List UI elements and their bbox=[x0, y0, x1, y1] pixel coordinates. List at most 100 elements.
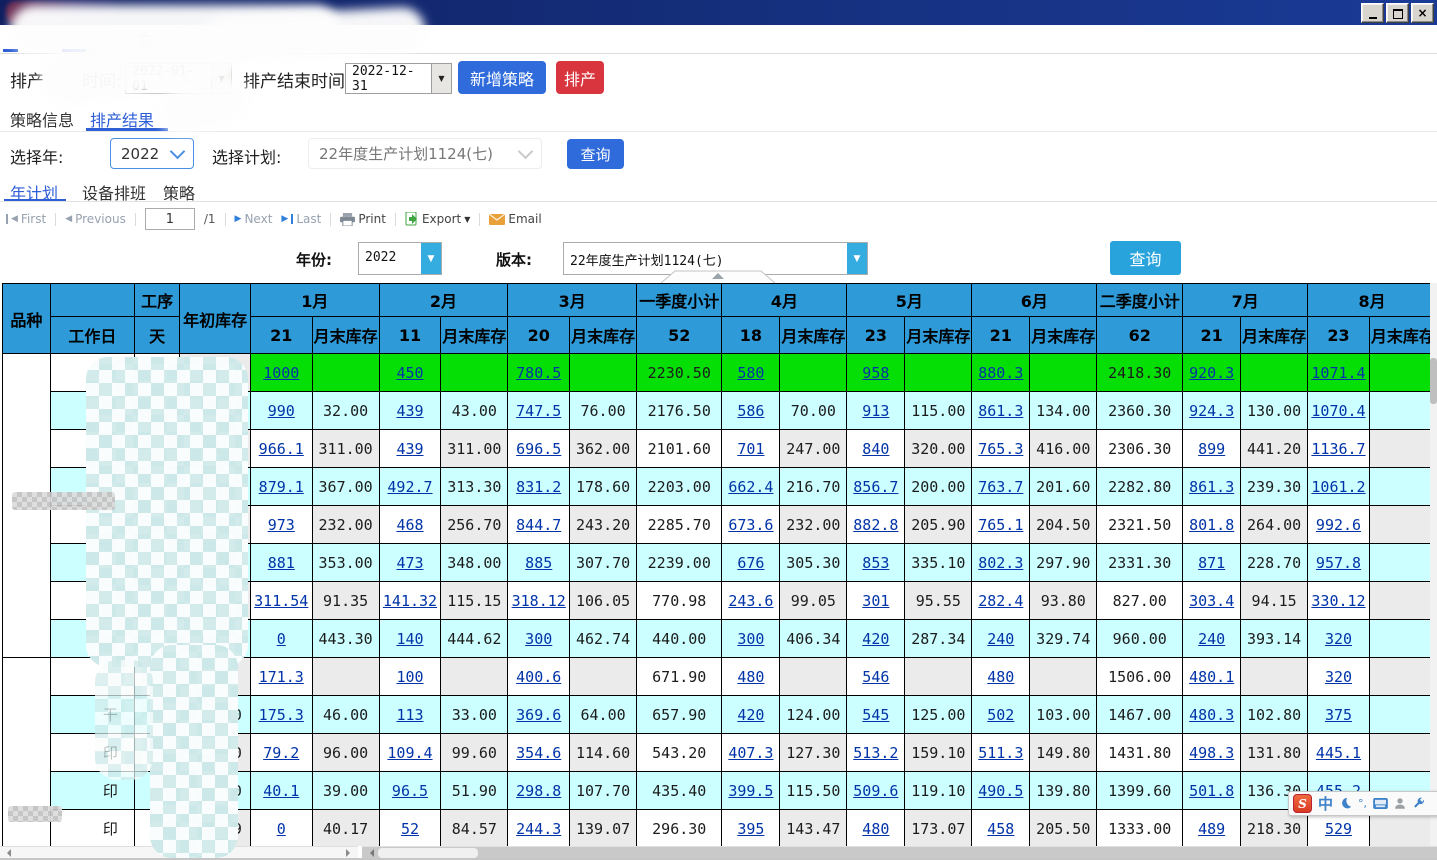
print-button[interactable]: Print bbox=[340, 212, 386, 226]
month-value-link[interactable]: 458 bbox=[972, 810, 1030, 847]
version-query-button[interactable]: 查询 bbox=[1110, 241, 1181, 275]
month-value-link[interactable]: 501.8 bbox=[1183, 772, 1241, 810]
month-value-link[interactable]: 489 bbox=[1183, 810, 1241, 847]
month-value-link[interactable]: 473 bbox=[379, 544, 441, 582]
end-date-dropdown-button[interactable]: ▼ bbox=[431, 64, 451, 93]
month-value-link[interactable]: 545 bbox=[847, 696, 905, 734]
last-page-button[interactable]: ▶Last bbox=[281, 212, 321, 226]
month-value-link[interactable]: 320 bbox=[1308, 620, 1370, 658]
scroll-right-icon[interactable] bbox=[346, 849, 354, 857]
month-value-link[interactable]: 662.4 bbox=[722, 468, 780, 506]
scroll-left-icon[interactable] bbox=[3, 849, 11, 857]
month-value-link[interactable]: 546 bbox=[847, 658, 905, 696]
month-value-link[interactable]: 673.6 bbox=[722, 506, 780, 544]
month-value-link[interactable]: 1061.2 bbox=[1308, 468, 1370, 506]
account-icon[interactable] bbox=[1394, 797, 1406, 810]
month-value-link[interactable]: 369.6 bbox=[508, 696, 570, 734]
month-value-link[interactable]: 303.4 bbox=[1183, 582, 1241, 620]
month-value-link[interactable]: 871 bbox=[1183, 544, 1241, 582]
month-value-link[interactable]: 282.4 bbox=[972, 582, 1030, 620]
month-value-link[interactable]: 920.3 bbox=[1183, 354, 1241, 392]
query-button[interactable]: 查询 bbox=[567, 139, 624, 169]
month-value-link[interactable]: 244.3 bbox=[508, 810, 570, 847]
month-value-link[interactable]: 580 bbox=[722, 354, 780, 392]
month-value-link[interactable]: 853 bbox=[847, 544, 905, 582]
month-value-link[interactable]: 141.32 bbox=[379, 582, 441, 620]
month-value-link[interactable]: 498.3 bbox=[1183, 734, 1241, 772]
month-value-link[interactable]: 311.54 bbox=[250, 582, 312, 620]
month-value-link[interactable]: 840 bbox=[847, 430, 905, 468]
month-value-link[interactable]: 513.2 bbox=[847, 734, 905, 772]
restore-button[interactable] bbox=[1386, 3, 1409, 23]
tab-strategy-info[interactable]: 策略信息 bbox=[10, 107, 74, 131]
month-value-link[interactable]: 747.5 bbox=[508, 392, 570, 430]
month-value-link[interactable]: 480 bbox=[972, 658, 1030, 696]
month-value-link[interactable]: 490.5 bbox=[972, 772, 1030, 810]
month-value-link[interactable]: 880.3 bbox=[972, 354, 1030, 392]
month-value-link[interactable]: 502 bbox=[972, 696, 1030, 734]
month-value-link[interactable]: 676 bbox=[722, 544, 780, 582]
month-value-link[interactable]: 882.8 bbox=[847, 506, 905, 544]
previous-page-button[interactable]: ◀Previous bbox=[65, 212, 126, 226]
month-value-link[interactable]: 109.4 bbox=[379, 734, 441, 772]
month-value-link[interactable]: 992.6 bbox=[1308, 506, 1370, 544]
month-value-link[interactable]: 400.6 bbox=[508, 658, 570, 696]
scroll-left-icon[interactable] bbox=[366, 849, 374, 857]
punctuation-icon[interactable]: °, bbox=[1358, 797, 1367, 810]
year-combo[interactable]: 2022 ▼ bbox=[358, 242, 442, 275]
minimize-button[interactable] bbox=[1361, 3, 1384, 23]
month-value-link[interactable]: 958 bbox=[847, 354, 905, 392]
month-value-link[interactable]: 701 bbox=[722, 430, 780, 468]
month-value-link[interactable]: 899 bbox=[1183, 430, 1241, 468]
month-value-link[interactable]: 113 bbox=[379, 696, 441, 734]
month-value-link[interactable]: 696.5 bbox=[508, 430, 570, 468]
month-value-link[interactable]: 318.12 bbox=[508, 582, 570, 620]
month-value-link[interactable]: 140 bbox=[379, 620, 441, 658]
month-value-link[interactable]: 780.5 bbox=[508, 354, 570, 392]
horizontal-scrollbar-thumb[interactable] bbox=[378, 848, 478, 858]
month-value-link[interactable]: 879.1 bbox=[250, 468, 312, 506]
month-value-link[interactable]: 175.3 bbox=[250, 696, 312, 734]
month-value-link[interactable]: 913 bbox=[847, 392, 905, 430]
month-value-link[interactable]: 445.1 bbox=[1308, 734, 1370, 772]
first-page-button[interactable]: ◀First bbox=[6, 212, 46, 226]
month-value-link[interactable]: 354.6 bbox=[508, 734, 570, 772]
month-value-link[interactable]: 831.2 bbox=[508, 468, 570, 506]
month-value-link[interactable]: 480 bbox=[722, 658, 780, 696]
month-value-link[interactable]: 298.8 bbox=[508, 772, 570, 810]
month-value-link[interactable]: 395 bbox=[722, 810, 780, 847]
month-value-link[interactable]: 990 bbox=[250, 392, 312, 430]
month-value-link[interactable]: 399.5 bbox=[722, 772, 780, 810]
month-value-link[interactable]: 0 bbox=[250, 810, 312, 847]
month-value-link[interactable]: 511.3 bbox=[972, 734, 1030, 772]
month-value-link[interactable]: 492.7 bbox=[379, 468, 441, 506]
email-button[interactable]: Email bbox=[489, 212, 541, 226]
month-value-link[interactable]: 300 bbox=[508, 620, 570, 658]
month-value-link[interactable]: 763.7 bbox=[972, 468, 1030, 506]
month-value-link[interactable]: 300 bbox=[722, 620, 780, 658]
plan-select[interactable]: 22年度生产计划1124(七) bbox=[308, 138, 542, 169]
wrench-icon[interactable] bbox=[1412, 797, 1425, 810]
month-value-link[interactable]: 861.3 bbox=[972, 392, 1030, 430]
month-value-link[interactable]: 240 bbox=[1183, 620, 1241, 658]
month-value-link[interactable]: 301 bbox=[847, 582, 905, 620]
month-value-link[interactable]: 240 bbox=[972, 620, 1030, 658]
month-value-link[interactable]: 330.12 bbox=[1308, 582, 1370, 620]
month-value-link[interactable]: 407.3 bbox=[722, 734, 780, 772]
month-value-link[interactable]: 0 bbox=[250, 620, 312, 658]
month-value-link[interactable]: 966.1 bbox=[250, 430, 312, 468]
month-value-link[interactable]: 480.1 bbox=[1183, 658, 1241, 696]
month-value-link[interactable]: 439 bbox=[379, 392, 441, 430]
month-value-link[interactable]: 100 bbox=[379, 658, 441, 696]
chinese-mode-icon[interactable]: 中 bbox=[1318, 793, 1333, 814]
month-value-link[interactable]: 1070.4 bbox=[1308, 392, 1370, 430]
month-value-link[interactable]: 171.3 bbox=[250, 658, 312, 696]
month-value-link[interactable]: 468 bbox=[379, 506, 441, 544]
month-value-link[interactable]: 861.3 bbox=[1183, 468, 1241, 506]
month-value-link[interactable]: 439 bbox=[379, 430, 441, 468]
month-value-link[interactable]: 844.7 bbox=[508, 506, 570, 544]
close-button[interactable]: × bbox=[1411, 3, 1434, 23]
month-value-link[interactable]: 885 bbox=[508, 544, 570, 582]
month-value-link[interactable]: 881 bbox=[250, 544, 312, 582]
month-value-link[interactable]: 586 bbox=[722, 392, 780, 430]
